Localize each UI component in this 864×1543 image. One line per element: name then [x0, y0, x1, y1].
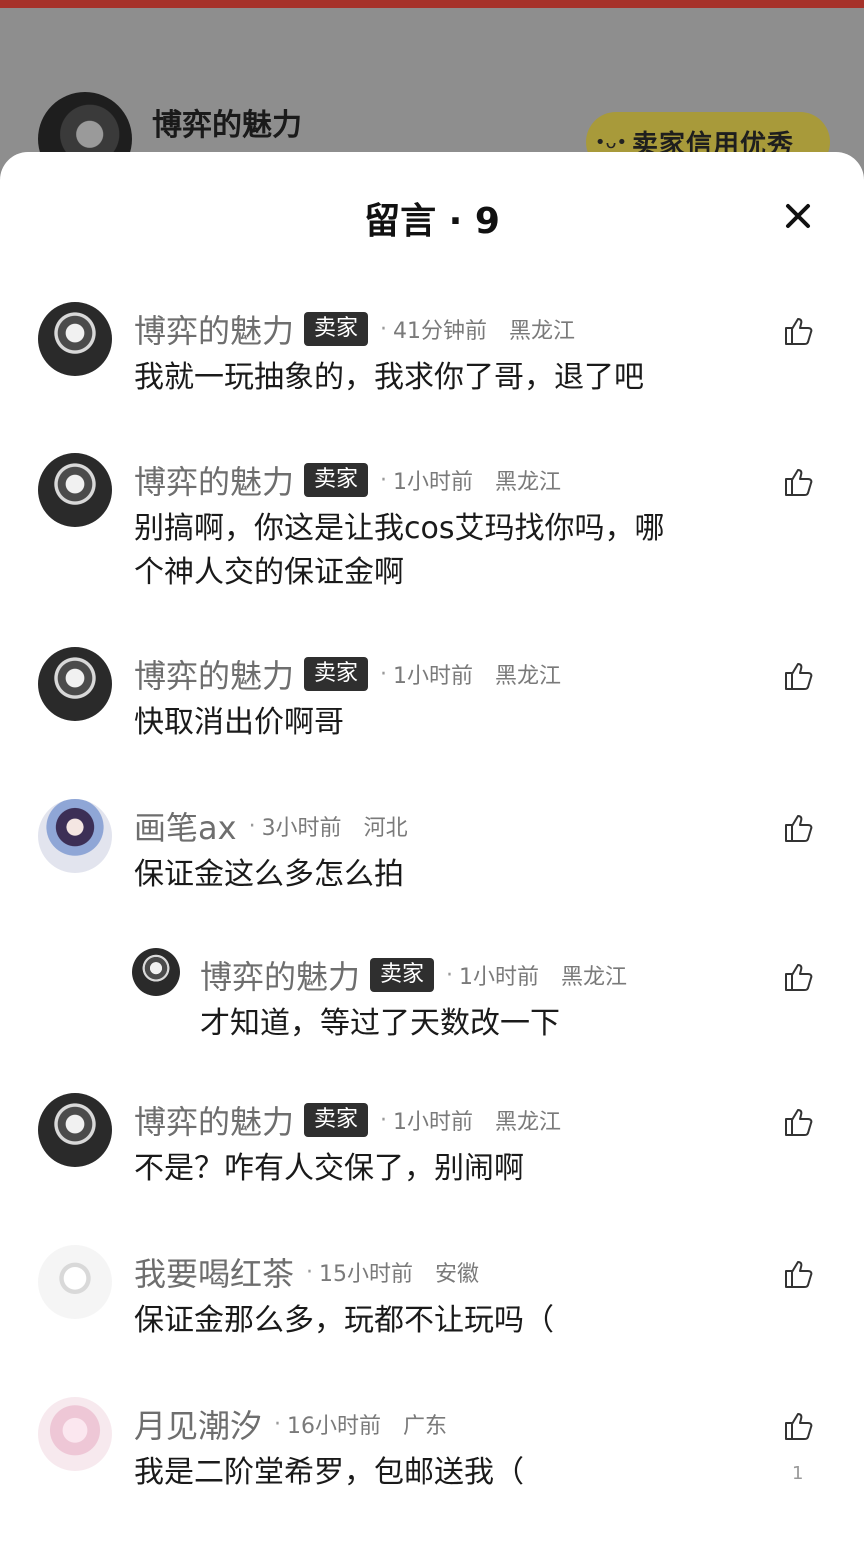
thumbs-up-icon[interactable]	[782, 314, 816, 348]
comment-text: 保证金那么多，玩都不让玩吗（	[134, 1303, 554, 1338]
comment-time: 1小时前	[393, 470, 474, 495]
comment-username[interactable]: 画笔ax	[134, 803, 237, 849]
comment-text: 我是二阶堂希罗，包邮送我（	[134, 1455, 524, 1490]
comment-region: 广东	[403, 1414, 448, 1439]
avatar[interactable]	[38, 453, 112, 527]
comment-region: 黑龙江	[509, 319, 576, 344]
avatar[interactable]	[38, 647, 112, 721]
close-button[interactable]	[778, 196, 818, 236]
comments-sheet: 留言 · 9 博弈的魅力 卖家 · 41分钟前 黑龙江 我就一玩抽象的，我求你了…	[0, 152, 864, 1543]
separator-dot: ·	[380, 467, 388, 493]
comment-username[interactable]: 博弈的魅力	[134, 457, 294, 503]
comment-text: 不是？咋有人交保了，别闹啊	[134, 1151, 524, 1186]
comment-time: 3小时前	[261, 816, 342, 841]
comment-username[interactable]: 博弈的魅力	[134, 1097, 294, 1143]
comment-time: 15小时前	[319, 1262, 414, 1287]
comment-text: 快取消出价啊哥	[134, 705, 344, 740]
avatar[interactable]	[38, 799, 112, 873]
top-accent-bar	[0, 0, 864, 8]
comment-username[interactable]: 月见潮汐	[134, 1401, 262, 1447]
separator-dot: ·	[274, 1411, 282, 1437]
seller-tag: 卖家	[304, 657, 369, 691]
avatar[interactable]	[38, 1245, 112, 1319]
thumbs-up-icon[interactable]	[782, 1257, 816, 1291]
avatar[interactable]	[38, 1093, 112, 1167]
thumbs-up-icon[interactable]	[782, 659, 816, 693]
avatar[interactable]	[132, 948, 180, 996]
comment-text: 保证金这么多怎么拍	[134, 857, 404, 892]
thumbs-up-icon[interactable]	[782, 465, 816, 499]
comment-time: 1小时前	[459, 965, 540, 990]
separator-dot: ·	[380, 661, 388, 687]
seller-tag: 卖家	[304, 463, 369, 497]
comment-time: 1小时前	[393, 664, 474, 689]
separator-dot: ·	[446, 962, 454, 988]
comment-text: 别搞啊，你这是让我cos艾玛找你吗，哪 个神人交的保证金啊	[134, 511, 665, 590]
seller-tag: 卖家	[304, 1103, 369, 1137]
close-icon	[786, 204, 810, 228]
comment-text: 我就一玩抽象的，我求你了哥，退了吧	[134, 360, 644, 395]
comment-time: 41分钟前	[393, 319, 488, 344]
comment-region: 安徽	[435, 1262, 480, 1287]
separator-dot: ·	[306, 1259, 314, 1285]
comment-text: 才知道，等过了天数改一下	[200, 1006, 560, 1041]
separator-dot: ·	[248, 813, 256, 839]
comment-region: 黑龙江	[495, 1110, 562, 1135]
thumbs-up-icon[interactable]	[782, 960, 816, 994]
like-count: 1	[792, 1463, 804, 1484]
separator-dot: ·	[380, 316, 388, 342]
comment-username[interactable]: 博弈的魅力	[134, 651, 294, 697]
comment-region: 黑龙江	[495, 664, 562, 689]
comment-username[interactable]: 博弈的魅力	[134, 306, 294, 352]
comment-region: 黑龙江	[561, 965, 628, 990]
avatar[interactable]	[38, 1397, 112, 1471]
comment-username[interactable]: 我要喝红茶	[134, 1249, 294, 1295]
thumbs-up-icon[interactable]	[782, 1105, 816, 1139]
comment-username[interactable]: 博弈的魅力	[200, 952, 360, 998]
sheet-title: 留言 · 9	[364, 201, 500, 242]
thumbs-up-icon[interactable]	[782, 1409, 816, 1443]
seller-tag: 卖家	[304, 312, 369, 346]
avatar[interactable]	[38, 302, 112, 376]
seller-tag: 卖家	[370, 958, 435, 992]
comment-time: 16小时前	[287, 1414, 382, 1439]
thumbs-up-icon[interactable]	[782, 811, 816, 845]
separator-dot: ·	[380, 1107, 388, 1133]
comment-region: 河北	[363, 816, 408, 841]
comment-region: 黑龙江	[495, 470, 562, 495]
comment-time: 1小时前	[393, 1110, 474, 1135]
seller-name: 博弈的魅力	[152, 108, 302, 143]
